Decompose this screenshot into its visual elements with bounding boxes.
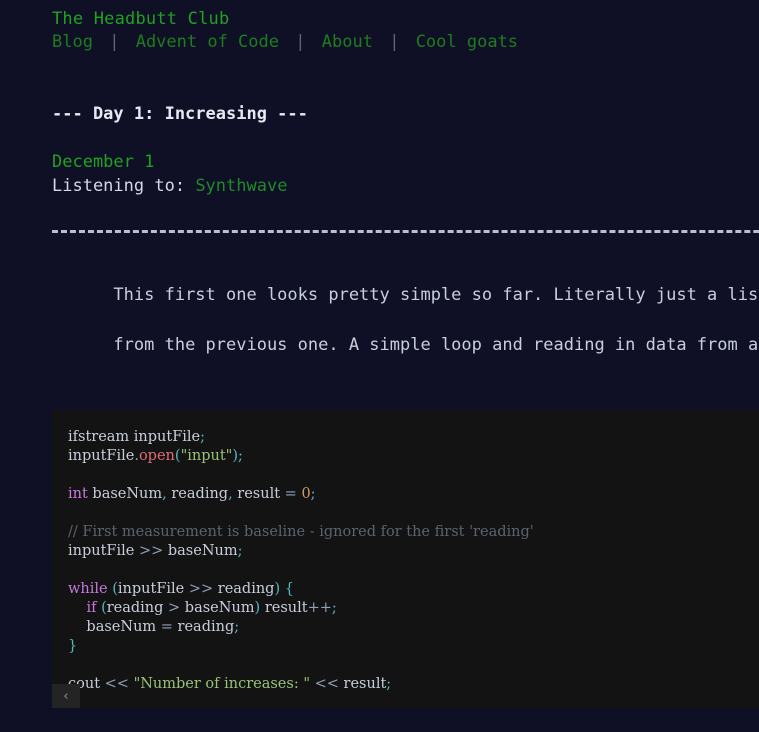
post-body-line-2: from the previous one. A simple loop and… [113, 335, 759, 355]
now-playing: Listening to: Synthwave [52, 174, 759, 198]
post-title: --- Day 1: Increasing --- [52, 104, 308, 124]
nav-item-advent-of-code[interactable]: Advent of Code [136, 32, 279, 52]
now-playing-label: Listening to: [52, 176, 186, 196]
code-token-pn: ; [200, 429, 206, 445]
code-token-pn: ); [232, 448, 243, 464]
code-token-op: << [314, 676, 339, 692]
code-block: ifstream inputFile; inputFile.open("inpu… [52, 410, 759, 708]
code-token-num: 0 [301, 486, 311, 502]
code-token-cmt: // First measurement is baseline - ignor… [68, 524, 534, 540]
code-token-id: reading [106, 600, 169, 616]
nav-separator: | [389, 32, 400, 52]
code-token-kw: if [86, 600, 97, 616]
code-token-kw: int [68, 486, 88, 502]
post-body-line-1: This first one looks pretty simple so fa… [113, 285, 759, 305]
code-token-id: baseNum [87, 486, 163, 502]
post-body: This first one looks pretty simple so fa… [52, 245, 759, 383]
nav-separator: | [109, 32, 120, 52]
code-token-id [68, 600, 86, 616]
code-token-id: result [232, 486, 285, 502]
code-token-op: ++ [307, 600, 332, 616]
now-playing-link[interactable]: Synthwave [195, 176, 287, 196]
code-token-pn: ; [386, 676, 392, 692]
code-token-id: inputFile [117, 581, 189, 597]
code-token-id: result [338, 676, 387, 692]
code-content[interactable]: ifstream inputFile; inputFile.open("inpu… [52, 410, 759, 708]
code-token-id: reading [166, 486, 229, 502]
code-token-fn: open [138, 448, 175, 464]
code-token-id: reading [172, 619, 235, 635]
code-token-pn: } [68, 638, 78, 654]
code-token-op: >> [138, 543, 164, 559]
post-outro: Onto the second half! [52, 708, 759, 732]
code-token-id: inputFile [133, 429, 201, 445]
nav-item-blog[interactable]: Blog [52, 32, 93, 52]
code-token-id: result [260, 600, 308, 616]
code-token-kw: while [68, 581, 108, 597]
main-nav: Blog | Advent of Code | About | Cool goa… [52, 31, 759, 54]
code-token-id: baseNum [68, 619, 161, 635]
nav-separator: | [295, 32, 306, 52]
code-scroll-left-button[interactable]: ‹ [52, 684, 80, 708]
code-token-op: = [284, 486, 297, 502]
post-date: December 1 [52, 152, 155, 172]
code-token-id: reading [213, 581, 275, 597]
code-token-str: "Number of increases: " [133, 676, 310, 692]
code-token-str: "input" [180, 448, 233, 464]
browser-viewport: The Headbutt Club Blog | Advent of Code … [0, 0, 759, 732]
nav-item-about[interactable]: About [322, 32, 373, 52]
code-token-pn: ; [237, 543, 243, 559]
page-content: The Headbutt Club Blog | Advent of Code … [0, 0, 759, 732]
code-token-pn: ; [310, 486, 316, 502]
code-token-id: inputFile [68, 543, 139, 559]
code-token-op: >> [188, 581, 214, 597]
code-token-id: inputFile [68, 448, 135, 464]
code-token-id: baseNum [163, 543, 238, 559]
code-token-pn: { [284, 581, 294, 597]
nav-item-cool-goats[interactable]: Cool goats [416, 32, 518, 52]
dashed-divider [52, 230, 759, 245]
code-token-op: << [104, 676, 129, 692]
code-token-op: = [160, 619, 173, 635]
code-token-id: ifstream [68, 429, 130, 445]
site-title: The Headbutt Club [52, 9, 230, 29]
code-token-id: baseNum [180, 600, 255, 616]
code-token-pn: ; [234, 619, 240, 635]
code-token-pn: ; [331, 600, 337, 616]
code-token-op: > [168, 600, 181, 616]
